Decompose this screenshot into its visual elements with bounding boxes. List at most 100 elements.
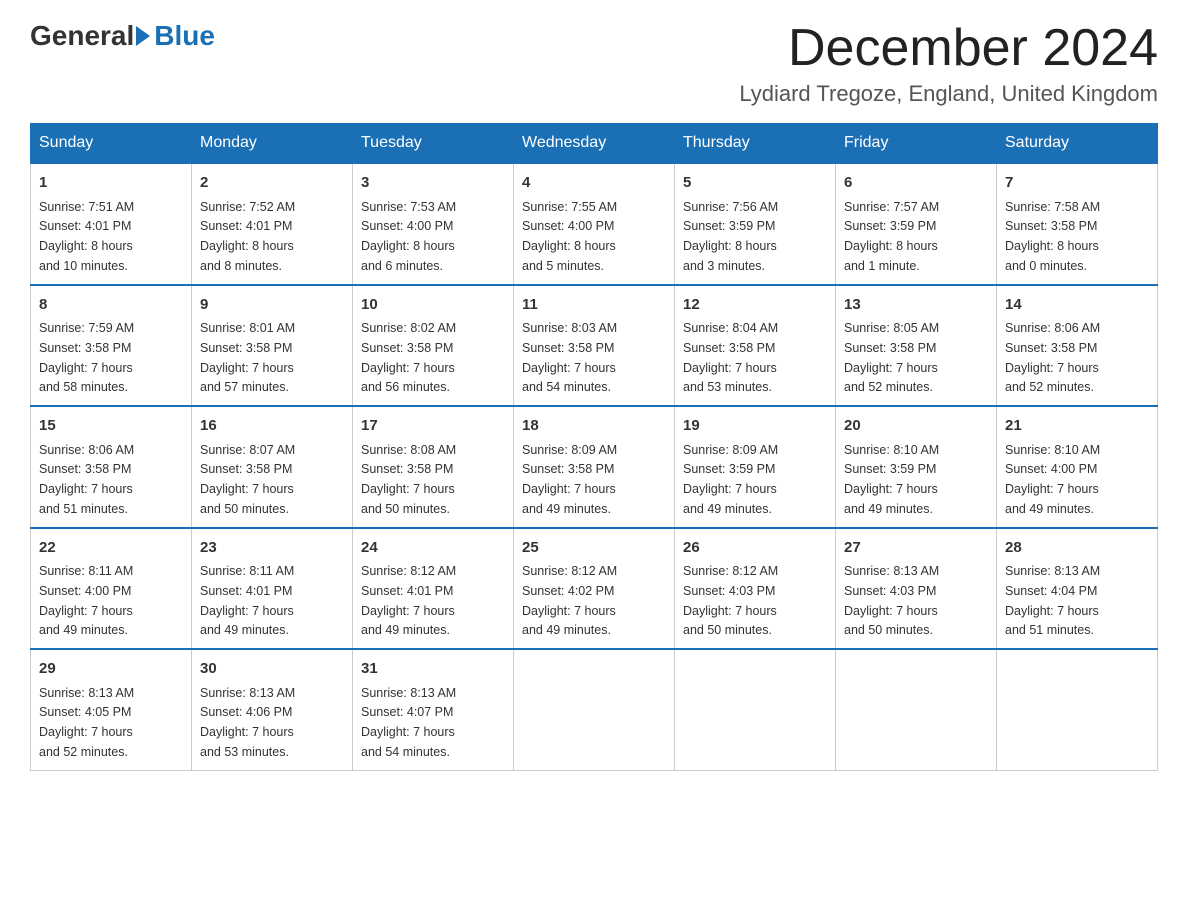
calendar-cell: [997, 649, 1158, 770]
day-number: 16: [200, 415, 344, 438]
day-info: Sunrise: 8:12 AMSunset: 4:02 PMDaylight:…: [522, 564, 617, 637]
calendar-week-1: 1 Sunrise: 7:51 AMSunset: 4:01 PMDaylight…: [31, 163, 1158, 285]
day-number: 1: [39, 172, 183, 195]
calendar-cell: 8 Sunrise: 7:59 AMSunset: 3:58 PMDaylight…: [31, 285, 192, 407]
day-number: 10: [361, 294, 505, 317]
calendar-week-4: 22 Sunrise: 8:11 AMSunset: 4:00 PMDayligh…: [31, 528, 1158, 650]
calendar-cell: 24 Sunrise: 8:12 AMSunset: 4:01 PMDayligh…: [353, 528, 514, 650]
day-number: 24: [361, 537, 505, 560]
calendar-cell: 6 Sunrise: 7:57 AMSunset: 3:59 PMDaylight…: [836, 163, 997, 285]
day-info: Sunrise: 8:11 AMSunset: 4:01 PMDaylight:…: [200, 564, 294, 637]
day-info: Sunrise: 8:08 AMSunset: 3:58 PMDaylight:…: [361, 443, 456, 516]
day-info: Sunrise: 7:53 AMSunset: 4:00 PMDaylight:…: [361, 200, 456, 273]
calendar-cell: 11Sunrise: 8:03 AMSunset: 3:58 PMDayligh…: [514, 285, 675, 407]
logo-blue-text: Blue: [154, 20, 215, 52]
calendar-week-5: 29Sunrise: 8:13 AMSunset: 4:05 PMDayligh…: [31, 649, 1158, 770]
day-number: 5: [683, 172, 827, 195]
calendar-week-2: 8 Sunrise: 7:59 AMSunset: 3:58 PMDaylight…: [31, 285, 1158, 407]
day-info: Sunrise: 8:06 AMSunset: 3:58 PMDaylight:…: [1005, 321, 1100, 394]
calendar-body: 1 Sunrise: 7:51 AMSunset: 4:01 PMDaylight…: [31, 163, 1158, 770]
weekday-header-thursday: Thursday: [675, 124, 836, 164]
calendar-cell: 13 Sunrise: 8:05 AMSunset: 3:58 PMDayligh…: [836, 285, 997, 407]
day-number: 15: [39, 415, 183, 438]
calendar-cell: 21 Sunrise: 8:10 AMSunset: 4:00 PMDayligh…: [997, 406, 1158, 528]
calendar-cell: 4Sunrise: 7:55 AMSunset: 4:00 PMDaylight…: [514, 163, 675, 285]
day-info: Sunrise: 8:12 AMSunset: 4:03 PMDaylight:…: [683, 564, 778, 637]
calendar-cell: 28Sunrise: 8:13 AMSunset: 4:04 PMDayligh…: [997, 528, 1158, 650]
weekday-header-tuesday: Tuesday: [353, 124, 514, 164]
weekday-header-row: SundayMondayTuesdayWednesdayThursdayFrid…: [31, 124, 1158, 164]
day-info: Sunrise: 8:13 AMSunset: 4:06 PMDaylight:…: [200, 686, 295, 759]
day-number: 22: [39, 537, 183, 560]
calendar-cell: 10 Sunrise: 8:02 AMSunset: 3:58 PMDayligh…: [353, 285, 514, 407]
calendar-cell: 29Sunrise: 8:13 AMSunset: 4:05 PMDayligh…: [31, 649, 192, 770]
day-info: Sunrise: 8:10 AMSunset: 4:00 PMDaylight:…: [1005, 443, 1100, 516]
day-info: Sunrise: 7:59 AMSunset: 3:58 PMDaylight:…: [39, 321, 134, 394]
calendar-cell: 3 Sunrise: 7:53 AMSunset: 4:00 PMDaylight…: [353, 163, 514, 285]
weekday-header-saturday: Saturday: [997, 124, 1158, 164]
calendar-cell: 16Sunrise: 8:07 AMSunset: 3:58 PMDayligh…: [192, 406, 353, 528]
day-info: Sunrise: 8:06 AMSunset: 3:58 PMDaylight:…: [39, 443, 134, 516]
calendar-cell: 18Sunrise: 8:09 AMSunset: 3:58 PMDayligh…: [514, 406, 675, 528]
calendar-week-3: 15 Sunrise: 8:06 AMSunset: 3:58 PMDayligh…: [31, 406, 1158, 528]
month-title: December 2024: [739, 20, 1158, 77]
day-number: 20: [844, 415, 988, 438]
logo-general-text: General: [30, 20, 134, 52]
day-info: Sunrise: 7:58 AMSunset: 3:58 PMDaylight:…: [1005, 200, 1100, 273]
day-info: Sunrise: 8:11 AMSunset: 4:00 PMDaylight:…: [39, 564, 133, 637]
day-info: Sunrise: 8:13 AMSunset: 4:07 PMDaylight:…: [361, 686, 456, 759]
calendar-cell: 20Sunrise: 8:10 AMSunset: 3:59 PMDayligh…: [836, 406, 997, 528]
day-info: Sunrise: 7:57 AMSunset: 3:59 PMDaylight:…: [844, 200, 939, 273]
calendar-cell: 5 Sunrise: 7:56 AMSunset: 3:59 PMDaylight…: [675, 163, 836, 285]
calendar-header: SundayMondayTuesdayWednesdayThursdayFrid…: [31, 124, 1158, 164]
day-number: 11: [522, 294, 666, 317]
calendar-cell: 31 Sunrise: 8:13 AMSunset: 4:07 PMDayligh…: [353, 649, 514, 770]
calendar-cell: 23 Sunrise: 8:11 AMSunset: 4:01 PMDayligh…: [192, 528, 353, 650]
day-number: 25: [522, 537, 666, 560]
location-title: Lydiard Tregoze, England, United Kingdom: [739, 81, 1158, 107]
day-number: 21: [1005, 415, 1149, 438]
day-info: Sunrise: 8:13 AMSunset: 4:04 PMDaylight:…: [1005, 564, 1100, 637]
day-number: 9: [200, 294, 344, 317]
day-info: Sunrise: 7:51 AMSunset: 4:01 PMDaylight:…: [39, 200, 134, 273]
logo: General Blue: [30, 20, 215, 52]
calendar-cell: 25 Sunrise: 8:12 AMSunset: 4:02 PMDayligh…: [514, 528, 675, 650]
calendar-cell: 27Sunrise: 8:13 AMSunset: 4:03 PMDayligh…: [836, 528, 997, 650]
calendar-cell: [675, 649, 836, 770]
calendar-cell: [514, 649, 675, 770]
logo-arrow-icon: [136, 26, 150, 46]
day-info: Sunrise: 8:02 AMSunset: 3:58 PMDaylight:…: [361, 321, 456, 394]
day-info: Sunrise: 8:12 AMSunset: 4:01 PMDaylight:…: [361, 564, 456, 637]
calendar-cell: 22 Sunrise: 8:11 AMSunset: 4:00 PMDayligh…: [31, 528, 192, 650]
calendar-cell: 12Sunrise: 8:04 AMSunset: 3:58 PMDayligh…: [675, 285, 836, 407]
page-header: General Blue December 2024 Lydiard Trego…: [30, 20, 1158, 107]
day-number: 26: [683, 537, 827, 560]
calendar-cell: 7 Sunrise: 7:58 AMSunset: 3:58 PMDaylight…: [997, 163, 1158, 285]
weekday-header-wednesday: Wednesday: [514, 124, 675, 164]
day-number: 14: [1005, 294, 1149, 317]
calendar-cell: 30Sunrise: 8:13 AMSunset: 4:06 PMDayligh…: [192, 649, 353, 770]
day-info: Sunrise: 8:13 AMSunset: 4:03 PMDaylight:…: [844, 564, 939, 637]
day-info: Sunrise: 8:09 AMSunset: 3:58 PMDaylight:…: [522, 443, 617, 516]
day-number: 6: [844, 172, 988, 195]
day-info: Sunrise: 7:55 AMSunset: 4:00 PMDaylight:…: [522, 200, 617, 273]
day-number: 7: [1005, 172, 1149, 195]
calendar-cell: 19Sunrise: 8:09 AMSunset: 3:59 PMDayligh…: [675, 406, 836, 528]
day-number: 8: [39, 294, 183, 317]
day-number: 3: [361, 172, 505, 195]
title-section: December 2024 Lydiard Tregoze, England, …: [739, 20, 1158, 107]
calendar-cell: 26 Sunrise: 8:12 AMSunset: 4:03 PMDayligh…: [675, 528, 836, 650]
weekday-header-monday: Monday: [192, 124, 353, 164]
day-number: 23: [200, 537, 344, 560]
day-number: 2: [200, 172, 344, 195]
calendar-cell: 2Sunrise: 7:52 AMSunset: 4:01 PMDaylight…: [192, 163, 353, 285]
day-number: 29: [39, 658, 183, 681]
day-number: 31: [361, 658, 505, 681]
day-info: Sunrise: 7:56 AMSunset: 3:59 PMDaylight:…: [683, 200, 778, 273]
day-number: 13: [844, 294, 988, 317]
calendar-cell: 15 Sunrise: 8:06 AMSunset: 3:58 PMDayligh…: [31, 406, 192, 528]
calendar-cell: 9Sunrise: 8:01 AMSunset: 3:58 PMDaylight…: [192, 285, 353, 407]
calendar-cell: 14 Sunrise: 8:06 AMSunset: 3:58 PMDayligh…: [997, 285, 1158, 407]
day-info: Sunrise: 8:04 AMSunset: 3:58 PMDaylight:…: [683, 321, 778, 394]
day-info: Sunrise: 8:05 AMSunset: 3:58 PMDaylight:…: [844, 321, 939, 394]
